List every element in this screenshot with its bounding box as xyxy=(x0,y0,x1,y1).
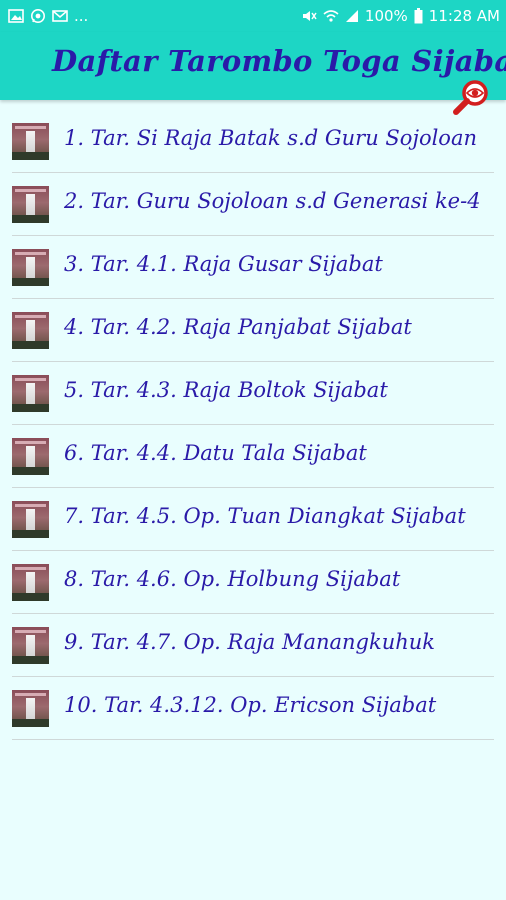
divider xyxy=(12,739,494,740)
list-item-label: 5. Tar. 4.3. Raja Boltok Sijabat xyxy=(64,378,388,402)
list-item[interactable]: 6. Tar. 4.4. Datu Tala Sijabat xyxy=(0,425,506,488)
item-thumbnail xyxy=(12,186,49,223)
status-bar-right: 100% 11:28 AM xyxy=(301,7,500,25)
list-item-label: 1. Tar. Si Raja Batak s.d Guru Sojoloan xyxy=(64,126,477,150)
list-item[interactable]: 3. Tar. 4.1. Raja Gusar Sijabat xyxy=(0,236,506,299)
list-item-label: 9. Tar. 4.7. Op. Raja Manangkuhuk xyxy=(64,630,436,654)
list-item[interactable]: 10. Tar. 4.3.12. Op. Ericson Sijabat xyxy=(0,677,506,740)
list-item-label: 3. Tar. 4.1. Raja Gusar Sijabat xyxy=(64,252,383,276)
list-item-label: 4. Tar. 4.2. Raja Panjabat Sijabat xyxy=(64,315,412,339)
item-thumbnail xyxy=(12,312,49,349)
list-item[interactable]: 2. Tar. Guru Sojoloan s.d Generasi ke-4 xyxy=(0,173,506,236)
battery-icon xyxy=(414,8,423,24)
item-thumbnail xyxy=(12,627,49,664)
item-thumbnail xyxy=(12,375,49,412)
signal-icon xyxy=(345,9,359,23)
list-item-label: 7. Tar. 4.5. Op. Tuan Diangkat Sijabat xyxy=(64,504,466,528)
list-item[interactable]: 7. Tar. 4.5. Op. Tuan Diangkat Sijabat xyxy=(0,488,506,551)
item-thumbnail xyxy=(12,438,49,475)
list-item[interactable]: 1. Tar. Si Raja Batak s.d Guru Sojoloan xyxy=(0,110,506,173)
list-item[interactable]: 4. Tar. 4.2. Raja Panjabat Sijabat xyxy=(0,299,506,362)
wifi-icon xyxy=(323,9,339,23)
app-bar: Daftar Tarombo Toga Sijabat xyxy=(0,32,506,115)
battery-level: 100% xyxy=(364,7,408,25)
list-item-label: 8. Tar. 4.6. Op. Holbung Sijabat xyxy=(64,567,401,591)
clock: 11:28 AM xyxy=(428,7,500,25)
list-item[interactable]: 8. Tar. 4.6. Op. Holbung Sijabat xyxy=(0,551,506,614)
item-thumbnail xyxy=(12,690,49,727)
notification-overflow: ... xyxy=(74,7,89,25)
list-item[interactable]: 9. Tar. 4.7. Op. Raja Manangkuhuk xyxy=(0,614,506,677)
mail-icon xyxy=(52,10,68,22)
item-thumbnail xyxy=(12,564,49,601)
item-thumbnail xyxy=(12,501,49,538)
item-thumbnail xyxy=(12,249,49,286)
list-item-label: 10. Tar. 4.3.12. Op. Ericson Sijabat xyxy=(64,693,437,717)
tarombo-list: 1. Tar. Si Raja Batak s.d Guru Sojoloan … xyxy=(0,110,506,740)
list-item-label: 6. Tar. 4.4. Datu Tala Sijabat xyxy=(64,441,367,465)
mute-icon xyxy=(301,9,317,23)
whatsapp-icon xyxy=(30,8,46,24)
list-item[interactable]: 5. Tar. 4.3. Raja Boltok Sijabat xyxy=(0,362,506,425)
status-bar: ... 100% 11:28 AM xyxy=(0,0,506,32)
list-item-label: 2. Tar. Guru Sojoloan s.d Generasi ke-4 xyxy=(64,189,481,213)
page-title: Daftar Tarombo Toga Sijabat xyxy=(52,44,506,78)
item-thumbnail xyxy=(12,123,49,160)
status-bar-left: ... xyxy=(8,7,88,25)
image-icon xyxy=(8,9,24,23)
